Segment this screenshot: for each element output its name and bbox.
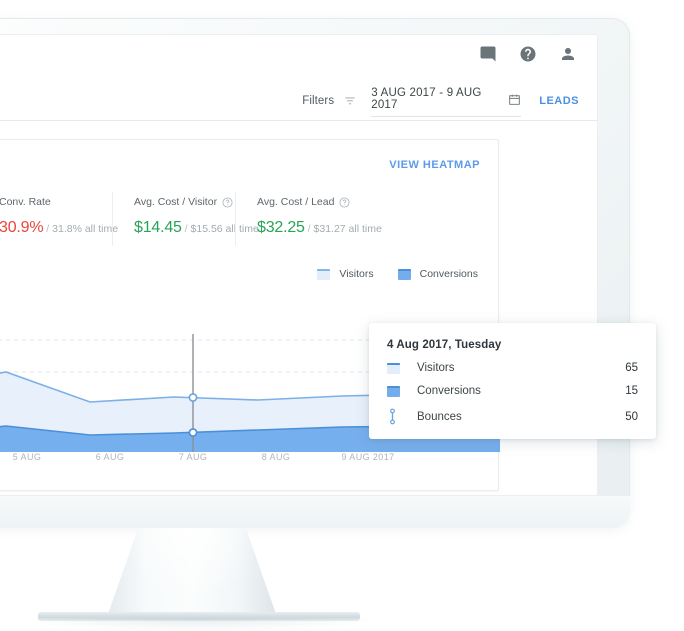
tooltip-row-label: Bounces <box>417 410 462 423</box>
chart-tooltip: 4 Aug 2017, Tuesday Visitors 65 Conversi… <box>369 323 656 439</box>
feedback-icon[interactable] <box>479 45 497 63</box>
monitor-chin <box>0 496 630 528</box>
topbar-icon-group <box>479 45 577 63</box>
help-circle-icon[interactable] <box>222 196 233 208</box>
metric-value: $32.25 / $31.27 all time <box>257 219 382 237</box>
metric-label: Avg. Cost / Lead <box>257 196 360 208</box>
cursor-point-visitors <box>188 393 198 402</box>
x-tick-label: 8 AUG <box>261 452 291 462</box>
tooltip-row-value: 15 <box>625 385 638 397</box>
visitors-swatch-icon <box>387 362 403 374</box>
x-tick-label: 9 AUG 2017 <box>341 452 395 462</box>
tooltip-row-label: Conversions <box>417 385 481 397</box>
x-tick-label: 6 AUG <box>95 452 125 462</box>
calendar-icon[interactable] <box>508 93 521 106</box>
monitor-stand-neck <box>108 528 276 614</box>
filter-icon[interactable] <box>343 94 357 108</box>
legend-label: Visitors <box>339 268 374 280</box>
conversions-swatch-icon <box>387 385 403 397</box>
metric-label-text: Avg. Cost / Lead <box>257 196 335 208</box>
filters-label[interactable]: Filters <box>302 95 334 107</box>
metric-secondary: 31.8% all time <box>52 223 119 235</box>
legend-label: Conversions <box>419 268 478 280</box>
tooltip-row-bounces: Bounces 50 <box>387 408 638 425</box>
metric-separator: / <box>184 223 188 235</box>
metric-label: Avg. Cost / Visitor <box>134 196 235 208</box>
date-range-field[interactable]: 3 AUG 2017 - 9 AUG 2017 <box>371 85 522 117</box>
help-circle-icon[interactable] <box>339 196 350 208</box>
metric-separator: / <box>307 223 311 235</box>
screenshot-scene: Filters 3 AUG 2017 - 9 AUG 2017 LEADS VI… <box>0 0 684 631</box>
cursor-point-conversions <box>188 428 198 437</box>
metric-label-text: Conv. Rate <box>0 196 51 208</box>
metric-secondary: $31.27 all time <box>313 223 382 235</box>
visitors-swatch-icon <box>317 268 331 280</box>
tooltip-row-visitors: Visitors 65 <box>387 362 638 374</box>
legend-item-conversions[interactable]: Conversions <box>397 268 478 280</box>
metric-primary: 30.9% <box>0 219 44 236</box>
legend-item-visitors[interactable]: Visitors <box>317 268 374 280</box>
tooltip-row-value: 65 <box>625 362 638 374</box>
metric-label-text: Avg. Cost / Visitor <box>134 196 218 208</box>
metric-avg-cost-lead: Avg. Cost / Lead $32.25 / $31.27 all tim… <box>235 192 382 250</box>
metric-label: Conv. Rate <box>0 196 112 208</box>
app-topbar: Filters 3 AUG 2017 - 9 AUG 2017 LEADS <box>0 35 597 121</box>
chart-x-axis: 4 AUG 5 AUG 6 AUG 7 AUG 8 AUG 9 AUG 2017 <box>0 452 498 474</box>
date-range-value: 3 AUG 2017 - 9 AUG 2017 <box>371 87 482 111</box>
metric-primary: $14.45 <box>134 219 182 236</box>
metric-primary: $32.25 <box>257 219 305 236</box>
tooltip-row-label: Visitors <box>417 362 455 374</box>
tooltip-date: 4 Aug 2017, Tuesday <box>387 339 502 351</box>
toolbar-right-group: Filters 3 AUG 2017 - 9 AUG 2017 LEADS <box>302 85 579 117</box>
metric-value: $14.45 / $15.56 all time <box>134 219 259 237</box>
metric-conv-rate: Conv. Rate 30.9% / 31.8% all time <box>0 196 118 250</box>
card-header: VIEW HEATMAP <box>0 140 498 196</box>
help-icon[interactable] <box>519 45 537 63</box>
x-tick-label: 5 AUG <box>12 452 42 462</box>
monitor-shadow <box>20 618 380 631</box>
tooltip-row-value: 50 <box>625 410 638 423</box>
bounces-range-icon <box>387 408 403 425</box>
x-tick-label: 7 AUG <box>178 452 208 462</box>
app-toolbar-row: Filters 3 AUG 2017 - 9 AUG 2017 LEADS <box>0 79 597 121</box>
chart-legend: Visitors Conversions <box>317 268 478 280</box>
metric-separator: / <box>46 223 50 235</box>
metric-avg-cost-visitor: Avg. Cost / Visitor $14.45 / $15.56 all … <box>112 192 259 250</box>
tooltip-row-conversions: Conversions 15 <box>387 385 638 397</box>
view-heatmap-link[interactable]: VIEW HEATMAP <box>389 159 480 171</box>
metrics-row: Conversions 105 / 291 all time Conv. Rat… <box>0 192 498 260</box>
conversions-swatch-icon <box>397 268 411 280</box>
leads-link[interactable]: LEADS <box>539 95 579 107</box>
account-icon[interactable] <box>559 45 577 63</box>
metric-value: 30.9% / 31.8% all time <box>0 219 118 237</box>
chart-subbar: RATE Visitors Conversions <box>0 260 498 300</box>
